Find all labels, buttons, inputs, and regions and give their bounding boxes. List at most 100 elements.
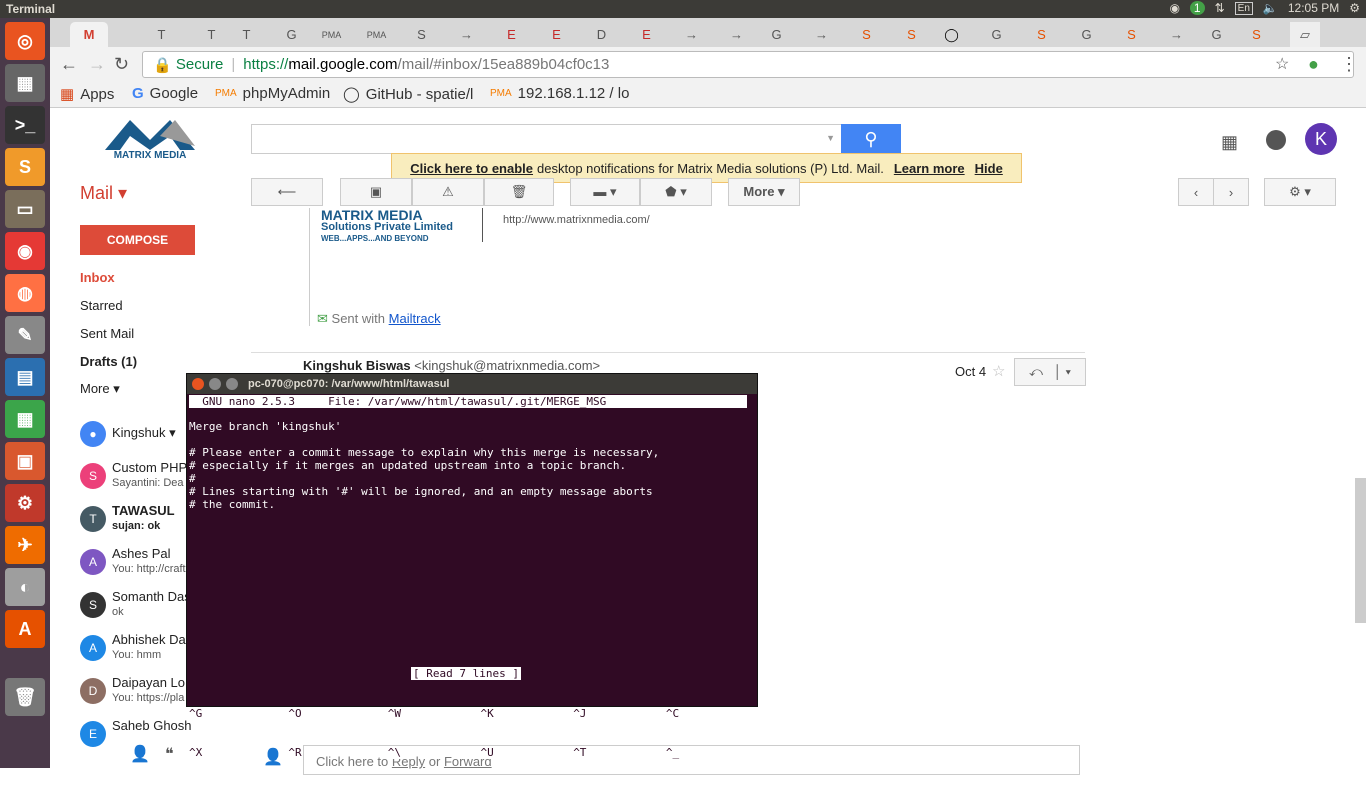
browser-tab[interactable]: S [1030, 22, 1053, 47]
minimize-window-icon[interactable] [209, 378, 221, 390]
nav-starred[interactable]: Starred [80, 298, 123, 313]
mail-search-input[interactable]: ▼ [251, 124, 841, 154]
star-icon[interactable]: ☆ [992, 362, 1005, 380]
software-center-icon[interactable]: A [5, 610, 45, 648]
forward-arrow-icon[interactable]: → [88, 54, 106, 75]
browser-tab[interactable]: T [235, 22, 258, 47]
browser-tab[interactable]: ◯ [940, 22, 963, 47]
text-editor-icon[interactable]: ✎ [5, 316, 45, 354]
browser-tab[interactable]: G [280, 22, 303, 47]
software-updater-icon[interactable]: ◐ [5, 568, 45, 606]
browser-tab[interactable]: PMA [365, 22, 388, 47]
compose-button[interactable]: COMPOSE [80, 225, 195, 255]
chrome-icon[interactable]: ◉ [5, 232, 45, 270]
browser-tab[interactable]: E [500, 22, 523, 47]
bookmark-apps[interactable]: ▦ Apps [60, 85, 114, 104]
back-arrow-icon[interactable]: ← [60, 54, 78, 75]
account-avatar[interactable]: K [1305, 123, 1337, 155]
maximize-window-icon[interactable] [226, 378, 238, 390]
archive-button[interactable]: ▣ [340, 178, 412, 206]
nano-editor-text[interactable]: Merge branch 'kingshuk' # Please enter a… [189, 420, 749, 511]
browser-tab[interactable]: → [725, 22, 748, 47]
impress-icon[interactable]: ▣ [5, 442, 45, 480]
learn-more-link[interactable]: Learn more [894, 161, 965, 176]
browser-tab[interactable]: S [900, 22, 923, 47]
trash-icon[interactable]: 🗑 [5, 678, 45, 716]
address-bar[interactable]: 🔒 Secure | https:// mail.google.com /mai… [142, 51, 1354, 78]
firefox-icon[interactable]: ◍ [5, 274, 45, 312]
bookmark-google[interactable]: G Google [132, 85, 198, 102]
nav-drafts[interactable]: Drafts (1) [80, 354, 137, 369]
reply-button[interactable]: ⤺ │ ▾ [1014, 358, 1086, 386]
writer-icon[interactable]: ▤ [5, 358, 45, 396]
nav-inbox[interactable]: Inbox [80, 270, 115, 285]
bookmark-star-icon[interactable]: ☆ [1275, 54, 1289, 74]
contacts-icon[interactable]: 👤 [130, 744, 150, 764]
delete-button[interactable]: 🗑 [484, 178, 554, 206]
bookmark-local-pma[interactable]: PMA 192.168.1.12 / lo [490, 85, 629, 102]
calc-spreadsheet-icon[interactable]: ▦ [5, 400, 45, 438]
enable-notifications-link[interactable]: Click here to enable [410, 161, 533, 176]
calculator-icon[interactable]: ▦ [5, 64, 45, 102]
browser-tab[interactable]: → [1165, 22, 1188, 47]
tab-gmail[interactable]: M [70, 22, 108, 47]
browser-tab[interactable]: G [765, 22, 788, 47]
page-scrollbar[interactable] [1355, 478, 1366, 623]
browser-tab[interactable]: E [545, 22, 568, 47]
browser-tab[interactable]: T [150, 22, 173, 47]
postman-icon[interactable]: ✈ [5, 526, 45, 564]
terminal-icon[interactable]: >_ [5, 106, 45, 144]
more-actions-button[interactable]: More ▾ [728, 178, 800, 206]
ubuntu-dash-icon[interactable]: ◎ [5, 22, 45, 60]
nav-sent-mail[interactable]: Sent Mail [80, 326, 134, 341]
matrix-media-logo[interactable]: MATRIX MEDIA [100, 116, 200, 166]
browser-tab[interactable]: → [455, 22, 478, 47]
browser-tab[interactable]: T [200, 22, 223, 47]
bookmark-github[interactable]: ◯ GitHub - spatie/l [343, 85, 473, 104]
browser-tab[interactable]: → [680, 22, 703, 47]
nav-more[interactable]: More ▾ [80, 381, 120, 397]
mail-switcher[interactable]: Mail ▾ [80, 183, 127, 204]
sender-row[interactable]: Kingshuk Biswas <kingshuk@matrixnmedia.c… [303, 358, 600, 373]
search-button[interactable]: ⚲ [841, 124, 901, 154]
clock[interactable]: 12:05 PM [1288, 1, 1339, 15]
browser-tab[interactable]: G [985, 22, 1008, 47]
browser-tab[interactable]: S [1245, 22, 1268, 47]
update-badge[interactable]: 1 [1189, 1, 1205, 15]
reload-icon[interactable]: ↻ [114, 54, 129, 75]
browser-tab[interactable]: S [410, 22, 433, 47]
hide-notice-link[interactable]: Hide [975, 161, 1003, 176]
browser-tab[interactable]: E [635, 22, 658, 47]
terminal-titlebar[interactable]: pc-070@pc070: /var/www/html/tawasul [187, 374, 757, 394]
browser-tab[interactable]: PMA [320, 22, 343, 47]
browser-tab[interactable]: D [590, 22, 613, 47]
network-icon[interactable]: ⇅ [1215, 1, 1225, 15]
google-apps-icon[interactable]: ▦ [1221, 132, 1238, 153]
terminal-window[interactable]: pc-070@pc070: /var/www/html/tawasul GNU … [186, 373, 758, 759]
system-settings-icon[interactable]: ⚙ [5, 484, 45, 522]
settings-button[interactable]: ⚙ ▾ [1264, 178, 1336, 206]
older-button[interactable]: › [1213, 178, 1249, 206]
close-window-icon[interactable] [192, 378, 204, 390]
move-to-button[interactable]: ▬ ▾ [570, 178, 640, 206]
report-spam-button[interactable]: ⚠ [412, 178, 484, 206]
browser-tab[interactable]: G [1205, 22, 1228, 47]
browser-tab[interactable]: G [1075, 22, 1098, 47]
sublime-text-icon[interactable]: S [5, 148, 45, 186]
mailtrack-link[interactable]: Mailtrack [389, 311, 441, 326]
browser-tab[interactable]: S [1120, 22, 1143, 47]
labels-button[interactable]: ⬟ ▾ [640, 178, 712, 206]
chrome-tray-icon[interactable]: ◉ [1169, 1, 1179, 15]
browser-tab[interactable]: → [810, 22, 833, 47]
volume-icon[interactable]: 🔈 [1263, 1, 1278, 15]
newer-button[interactable]: ‹ [1178, 178, 1214, 206]
bookmark-phpmyadmin[interactable]: PMA phpMyAdmin [215, 85, 330, 102]
notifications-bell-icon[interactable] [1266, 130, 1286, 150]
search-options-chevron-icon[interactable]: ▼ [826, 133, 835, 143]
hangouts-icon[interactable]: ❝ [165, 744, 174, 764]
file-manager-icon[interactable]: ▭ [5, 190, 45, 228]
chrome-menu-icon[interactable]: ⋮ [1340, 54, 1358, 75]
settings-gear-icon[interactable]: ⚙ [1349, 1, 1360, 15]
new-tab-button[interactable]: ▱ [1290, 22, 1320, 47]
browser-tab[interactable]: S [855, 22, 878, 47]
